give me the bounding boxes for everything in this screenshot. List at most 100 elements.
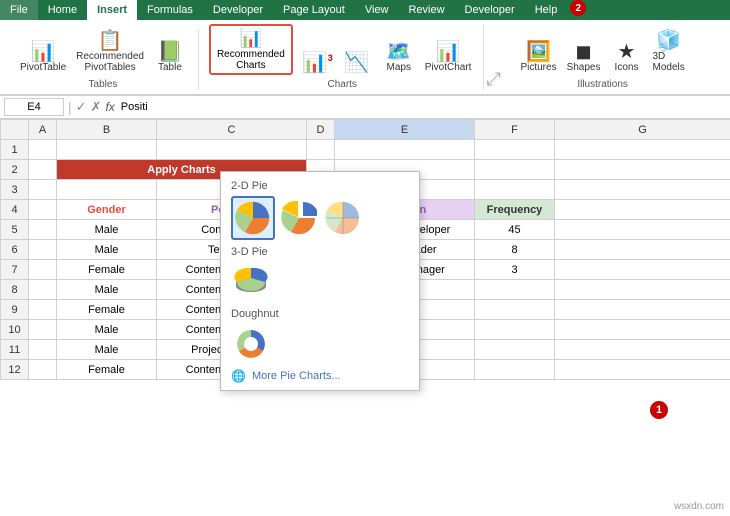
cell-f4-frequency[interactable]: Frequency xyxy=(475,200,555,220)
cell-f2[interactable] xyxy=(475,160,555,180)
tab-insert[interactable]: Insert xyxy=(87,0,137,20)
cell-d1[interactable] xyxy=(307,140,335,160)
section-2d-pie-label: 2-D Pie xyxy=(221,176,419,194)
pie-2d-2-item[interactable] xyxy=(279,196,319,240)
table-button[interactable]: 📗 Table xyxy=(150,40,190,75)
more-pie-charts-link[interactable]: 🌐 More Pie Charts... xyxy=(221,366,419,386)
pivot-chart-label: PivotChart xyxy=(425,62,472,73)
cell-g1[interactable] xyxy=(555,140,730,160)
cell-b11[interactable]: Male xyxy=(57,340,157,360)
cell-f6[interactable]: 8 xyxy=(475,240,555,260)
cell-f3[interactable] xyxy=(475,180,555,200)
cell-b4-gender[interactable]: Gender xyxy=(57,200,157,220)
pivot-chart-button[interactable]: 📊 PivotChart xyxy=(421,40,476,75)
cell-f9[interactable] xyxy=(475,300,555,320)
cell-e1[interactable] xyxy=(335,140,475,160)
cell-b8[interactable]: Male xyxy=(57,280,157,300)
shapes-label: Shapes xyxy=(567,62,601,73)
tab-view[interactable]: View xyxy=(355,0,399,20)
cell-g8[interactable] xyxy=(555,280,730,300)
cell-a2[interactable] xyxy=(29,160,57,180)
charts-group-label: Charts xyxy=(327,79,356,90)
tab-review[interactable]: Review xyxy=(398,0,454,20)
cell-f11[interactable] xyxy=(475,340,555,360)
cell-a12[interactable] xyxy=(29,360,57,380)
3d-models-button[interactable]: 🧊 3DModels xyxy=(649,29,689,75)
cell-g2[interactable] xyxy=(555,160,730,180)
sparklines-spacer: ⤢ xyxy=(486,69,506,90)
pie-2d-3-item[interactable] xyxy=(323,196,363,240)
recommended-charts-icon: 📊 xyxy=(240,28,262,49)
cell-b12[interactable]: Female xyxy=(57,360,157,380)
cell-g3[interactable] xyxy=(555,180,730,200)
cell-f10[interactable] xyxy=(475,320,555,340)
cell-b10[interactable]: Male xyxy=(57,320,157,340)
cell-g10[interactable] xyxy=(555,320,730,340)
cell-a5[interactable] xyxy=(29,220,57,240)
pie-3d-1-item[interactable] xyxy=(231,262,271,302)
tab-home[interactable]: Home xyxy=(38,0,87,20)
tab-developer2[interactable]: Developer xyxy=(455,0,525,20)
cell-a8[interactable] xyxy=(29,280,57,300)
recommended-charts-button[interactable]: 📊 RecommendedCharts xyxy=(209,24,293,75)
cell-b6[interactable]: Male xyxy=(57,240,157,260)
col-header-d[interactable]: D xyxy=(307,120,335,140)
cell-f12[interactable] xyxy=(475,360,555,380)
row-num-2: 2 xyxy=(1,160,29,180)
shapes-button[interactable]: ◼ Shapes xyxy=(563,40,605,75)
cell-g9[interactable] xyxy=(555,300,730,320)
bar-chart-button[interactable]: 📊 3 xyxy=(295,51,335,75)
cell-c1[interactable] xyxy=(157,140,307,160)
tab-formulas[interactable]: Formulas xyxy=(137,0,203,20)
tab-page-layout[interactable]: Page Layout xyxy=(273,0,355,20)
cell-a3[interactable] xyxy=(29,180,57,200)
cell-g5[interactable] xyxy=(555,220,730,240)
cell-f8[interactable] xyxy=(475,280,555,300)
cell-b7[interactable]: Female xyxy=(57,260,157,280)
tab-help[interactable]: Help xyxy=(525,0,568,20)
col-header-f[interactable]: F xyxy=(475,120,555,140)
charts-buttons: 📊 RecommendedCharts 📊 3 📉 🗺️ Maps 📊 Pivo… xyxy=(209,24,476,75)
col-header-e[interactable]: E xyxy=(335,120,475,140)
donut-1-item[interactable] xyxy=(231,324,271,364)
cell-b3[interactable] xyxy=(57,180,157,200)
formula-input[interactable] xyxy=(119,99,726,115)
col-header-c[interactable]: C xyxy=(157,120,307,140)
line-chart-button[interactable]: 📉 xyxy=(337,51,377,75)
cell-a6[interactable] xyxy=(29,240,57,260)
col-header-a[interactable]: A xyxy=(29,120,57,140)
name-box[interactable] xyxy=(4,98,64,116)
cell-f7[interactable]: 3 xyxy=(475,260,555,280)
cell-g11[interactable] xyxy=(555,340,730,360)
pie-3d-icon xyxy=(233,264,269,300)
maps-button[interactable]: 🗺️ Maps xyxy=(379,40,419,75)
tab-developer[interactable]: Developer xyxy=(203,0,273,20)
col-header-b[interactable]: B xyxy=(57,120,157,140)
icons-button[interactable]: ★ Icons xyxy=(607,40,647,75)
cell-g6[interactable] xyxy=(555,240,730,260)
cell-a11[interactable] xyxy=(29,340,57,360)
cell-f5[interactable]: 45 xyxy=(475,220,555,240)
col-header-g[interactable]: G xyxy=(555,120,730,140)
pictures-button[interactable]: 🖼️ Pictures xyxy=(516,40,560,75)
cell-b9[interactable]: Female xyxy=(57,300,157,320)
cell-b1[interactable] xyxy=(57,140,157,160)
cell-a4[interactable] xyxy=(29,200,57,220)
cell-a9[interactable] xyxy=(29,300,57,320)
cell-a1[interactable] xyxy=(29,140,57,160)
cell-g12[interactable] xyxy=(555,360,730,380)
recommended-pivot-tables-button[interactable]: 📋 RecommendedPivotTables xyxy=(72,29,148,75)
3d-models-label: 3DModels xyxy=(653,51,685,73)
row-num-7: 7 xyxy=(1,260,29,280)
pie-2d-1-item[interactable] xyxy=(231,196,275,240)
pivot-table-button[interactable]: 📊 PivotTable xyxy=(16,40,70,75)
badge-2: 2 xyxy=(570,0,586,16)
cell-a7[interactable] xyxy=(29,260,57,280)
donut-icon xyxy=(233,326,269,362)
cell-f1[interactable] xyxy=(475,140,555,160)
tab-file[interactable]: File xyxy=(0,0,38,20)
cell-g7[interactable] xyxy=(555,260,730,280)
cell-g4[interactable] xyxy=(555,200,730,220)
cell-a10[interactable] xyxy=(29,320,57,340)
cell-b5[interactable]: Male xyxy=(57,220,157,240)
